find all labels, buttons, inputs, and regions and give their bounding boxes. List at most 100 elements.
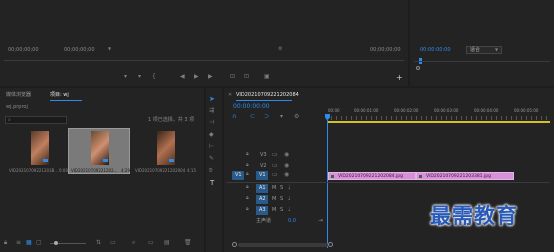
icon-view-icon[interactable]: ▦: [26, 240, 32, 246]
solo-button[interactable]: S: [280, 186, 283, 191]
mark-in-icon[interactable]: ▾: [124, 74, 127, 80]
microphone-icon[interactable]: ♩: [288, 185, 291, 191]
insert-icon[interactable]: ⊡: [230, 74, 235, 80]
lock-icon[interactable]: 🔒︎: [246, 185, 249, 190]
skip-icon[interactable]: ⇥: [318, 218, 323, 224]
image-badge-icon: [103, 159, 108, 162]
ruler-label: 00:00: [328, 108, 340, 113]
lock-icon[interactable]: 🔒︎: [246, 196, 249, 201]
lock-icon[interactable]: 🔒︎: [246, 163, 249, 168]
mark-clip-icon[interactable]: {: [152, 74, 156, 80]
slip-tool-icon[interactable]: ⊢: [209, 144, 214, 150]
lock-icon[interactable]: 🔒︎: [4, 240, 7, 246]
export-frame-icon[interactable]: ▣: [264, 74, 270, 80]
program-playhead-track: [414, 61, 550, 62]
find-icon[interactable]: ⌕: [132, 240, 135, 246]
sync-lock-icon[interactable]: ▭: [272, 163, 278, 169]
track-header-v3[interactable]: 🔒︎ V3 ▭ ◉: [226, 151, 326, 161]
snap-icon[interactable]: ∩: [232, 114, 236, 120]
sync-lock-icon[interactable]: ▭: [272, 152, 278, 158]
freeform-view-icon[interactable]: ▢: [36, 240, 42, 246]
timeline-scroll-end[interactable]: [328, 242, 333, 247]
av-divider: [226, 182, 550, 183]
media-item-name: VID20210709221203B...: [9, 168, 59, 173]
eye-icon[interactable]: ◉: [284, 152, 289, 158]
microphone-icon[interactable]: ♩: [288, 207, 291, 213]
track-header-a2[interactable]: 🔒︎ A2 M S ♩: [226, 195, 326, 205]
search-icon: ⌕: [8, 117, 11, 123]
source-playhead-track[interactable]: [4, 60, 404, 61]
lock-icon[interactable]: 🔒︎: [246, 152, 249, 157]
timeline-timecode[interactable]: 00:00:00:00: [233, 104, 270, 110]
track-header-a1[interactable]: 🔒︎ A1 M S ♩: [226, 184, 326, 194]
program-timecode[interactable]: 00:00:00:00: [420, 48, 451, 53]
close-icon[interactable]: ✕: [228, 93, 232, 98]
selection-tool-icon[interactable]: ➤: [209, 96, 215, 103]
timeline-scroll-start[interactable]: [232, 242, 237, 247]
lock-icon[interactable]: 🔒︎: [246, 207, 249, 212]
program-scroll[interactable]: [416, 66, 420, 70]
list-view-icon[interactable]: ≡: [16, 240, 21, 246]
track-select-icon[interactable]: ⇶: [209, 108, 214, 114]
overwrite-icon[interactable]: ⊡: [244, 74, 249, 80]
step-back-icon[interactable]: ◀: [180, 74, 185, 80]
pen-tool-icon[interactable]: ✎: [209, 156, 214, 162]
solo-button[interactable]: S: [280, 197, 283, 202]
linked-selection-icon[interactable]: ⊂: [250, 114, 255, 120]
mute-button[interactable]: M: [272, 208, 276, 213]
mute-button[interactable]: M: [272, 186, 276, 191]
ripple-edit-icon[interactable]: ⊣: [209, 120, 214, 126]
track-target-v1[interactable]: V1: [256, 171, 268, 180]
zoom-slider-thumb[interactable]: [54, 241, 58, 245]
media-item-selected[interactable]: VID20210709221202... 4:29: [68, 128, 130, 174]
eye-icon[interactable]: ◉: [284, 163, 289, 169]
watermark-text: 最需教育: [430, 204, 518, 228]
mute-button[interactable]: M: [272, 197, 276, 202]
play-icon[interactable]: ▶: [194, 74, 199, 80]
razor-icon[interactable]: ◆: [209, 132, 214, 138]
media-item[interactable]: VID20210709221202004 4:15: [134, 128, 196, 173]
source-patch-v1[interactable]: V1: [232, 171, 244, 180]
source-controls: ▾ ▾ { ◀ ▶ ▶ ⊡ ⊡ ▣: [124, 74, 284, 82]
timeline-clip[interactable]: VID20210709221203381.jpg: [416, 172, 514, 180]
add-button-icon[interactable]: +: [396, 74, 403, 82]
timeline-scrollbar[interactable]: [238, 243, 328, 247]
fit-select[interactable]: 适合 ▼: [466, 46, 502, 54]
master-volume[interactable]: 0.0: [288, 219, 296, 224]
mark-out-icon[interactable]: ▾: [138, 74, 141, 80]
ruler-label: 00:00:01:00: [354, 108, 379, 113]
tab-media-browser[interactable]: 媒体浏览器: [6, 93, 31, 98]
sequence-tab[interactable]: VID20210709221202084: [236, 93, 299, 98]
automate-icon[interactable]: ▭: [110, 240, 116, 246]
sort-icon[interactable]: ⇅: [96, 240, 101, 246]
tab-project[interactable]: 项目: wj: [50, 93, 69, 98]
hand-tool-icon[interactable]: ✋︎: [209, 168, 212, 174]
type-tool-icon[interactable]: T: [210, 180, 214, 187]
sync-lock-icon[interactable]: ▭: [272, 172, 278, 178]
master-track[interactable]: 主声道 0.0 ⇥: [226, 217, 326, 227]
solo-button[interactable]: S: [280, 208, 283, 213]
clip-name: VID20210709221203381.jpg: [426, 174, 491, 179]
track-header-a3[interactable]: 🔒︎ A3 M S ♩: [226, 206, 326, 216]
step-forward-icon[interactable]: ▶: [208, 74, 213, 80]
delete-icon[interactable]: 🗑︎: [184, 240, 192, 246]
track-target-a1[interactable]: A1: [256, 184, 268, 193]
marker-icon[interactable]: ▾: [280, 114, 283, 120]
media-item-duration: 4:29: [121, 168, 130, 173]
work-area-bar[interactable]: [328, 121, 550, 123]
new-bin-icon[interactable]: ▭: [148, 240, 154, 246]
lock-icon[interactable]: 🔒︎: [246, 172, 249, 177]
eye-icon[interactable]: ◉: [284, 172, 289, 178]
timeline-clip[interactable]: VID20210709221202084.jpg: [328, 172, 416, 180]
wrench-icon[interactable]: ⚙: [294, 114, 299, 120]
microphone-icon[interactable]: ♩: [288, 196, 291, 202]
track-header-v1[interactable]: V1 🔒︎ V1 ▭ ◉: [226, 171, 326, 181]
track-target-a3[interactable]: A3: [256, 206, 268, 215]
add-marker-icon[interactable]: ⊃: [264, 114, 269, 120]
zoom-dropdown-icon[interactable]: ▼: [108, 47, 111, 51]
new-item-icon[interactable]: ▤: [164, 240, 170, 246]
search-input[interactable]: ⌕: [5, 116, 67, 124]
wrench-icon[interactable]: ⚙: [278, 47, 282, 52]
track-target-a2[interactable]: A2: [256, 195, 268, 204]
media-item[interactable]: VID20210709221203B... 0:00: [6, 128, 68, 173]
